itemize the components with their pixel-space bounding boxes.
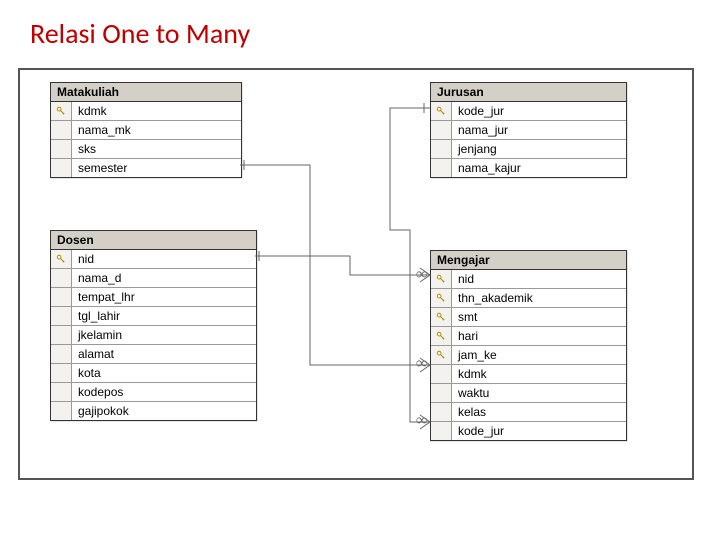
field-row: nama_jur [431, 121, 626, 140]
field-name: kodepos [72, 385, 256, 399]
field-row: nid [431, 270, 626, 289]
field-row: kode_jur [431, 422, 626, 440]
field-row: kode_jur [431, 102, 626, 121]
field-row: nama_kajur [431, 159, 626, 177]
field-name: thn_akademik [452, 291, 626, 305]
key-empty [431, 422, 452, 440]
key-empty [431, 121, 452, 139]
field-row: alamat [51, 345, 256, 364]
many-symbol: ∞ [416, 355, 427, 373]
key-empty [431, 159, 452, 177]
primary-key-icon [431, 102, 452, 120]
field-name: nama_jur [452, 123, 626, 137]
field-name: nama_d [72, 271, 256, 285]
field-row: semester [51, 159, 241, 177]
many-symbol: ∞ [416, 266, 427, 284]
key-empty [51, 288, 72, 306]
field-row: nama_d [51, 269, 256, 288]
field-row: sks [51, 140, 241, 159]
field-name: alamat [72, 347, 256, 361]
field-row: gajipokok [51, 402, 256, 420]
key-empty [51, 307, 72, 325]
field-row: nid [51, 250, 256, 269]
field-name: nama_kajur [452, 161, 626, 175]
field-row: kdmk [51, 102, 241, 121]
field-row: jam_ke [431, 346, 626, 365]
field-name: tempat_lhr [72, 290, 256, 304]
field-name: jkelamin [72, 328, 256, 342]
field-row: kdmk [431, 365, 626, 384]
table-title-jurusan: Jurusan [431, 83, 626, 102]
key-empty [51, 345, 72, 363]
field-name: kota [72, 366, 256, 380]
primary-key-icon [431, 270, 452, 288]
table-title-matakuliah: Matakuliah [51, 83, 241, 102]
field-row: tempat_lhr [51, 288, 256, 307]
field-name: hari [452, 329, 626, 343]
field-row: kelas [431, 403, 626, 422]
field-row: jkelamin [51, 326, 256, 345]
field-name: gajipokok [72, 404, 256, 418]
field-row: thn_akademik [431, 289, 626, 308]
primary-key-icon [431, 289, 452, 307]
primary-key-icon [431, 327, 452, 345]
key-empty [51, 121, 72, 139]
key-empty [51, 140, 72, 158]
key-empty [51, 269, 72, 287]
primary-key-icon [51, 250, 72, 268]
field-name: tgl_lahir [72, 309, 256, 323]
primary-key-icon [431, 346, 452, 364]
field-name: kdmk [72, 104, 241, 118]
table-mengajar: Mengajar nid thn_akademiksmt hari jam_kekdm… [430, 250, 627, 441]
er-diagram-workspace: Matakuliah kdmk nama_mksks semester Jurusa… [18, 68, 694, 480]
table-matakuliah: Matakuliah kdmk nama_mksks semester [50, 82, 242, 178]
slide-title: Relasi One to Many [0, 0, 728, 61]
field-row: kota [51, 364, 256, 383]
field-row: jenjang [431, 140, 626, 159]
table-title-dosen: Dosen [51, 231, 256, 250]
field-name: kdmk [452, 367, 626, 381]
field-row: smt [431, 308, 626, 327]
table-dosen: Dosen nid nama_d tempat_lhr tgl_lahirjkelam… [50, 230, 257, 421]
key-empty [431, 365, 452, 383]
key-empty [51, 364, 72, 382]
key-empty [431, 403, 452, 421]
field-row: hari [431, 327, 626, 346]
field-name: waktu [452, 386, 626, 400]
key-empty [51, 383, 72, 401]
field-name: jenjang [452, 142, 626, 156]
key-empty [431, 140, 452, 158]
primary-key-icon [51, 102, 72, 120]
field-name: semester [72, 161, 241, 175]
field-name: nid [72, 252, 256, 266]
field-name: jam_ke [452, 348, 626, 362]
key-empty [51, 159, 72, 177]
field-row: waktu [431, 384, 626, 403]
field-name: nid [452, 272, 626, 286]
field-name: smt [452, 310, 626, 324]
key-empty [51, 326, 72, 344]
field-row: nama_mk [51, 121, 241, 140]
field-name: sks [72, 142, 241, 156]
table-title-mengajar: Mengajar [431, 251, 626, 270]
field-name: kode_jur [452, 104, 626, 118]
field-row: kodepos [51, 383, 256, 402]
field-name: kode_jur [452, 424, 626, 438]
table-jurusan: Jurusan kode_jur nama_jurjenjang nama_kaju… [430, 82, 627, 178]
many-symbol: ∞ [416, 412, 427, 430]
primary-key-icon [431, 308, 452, 326]
field-name: nama_mk [72, 123, 241, 137]
key-empty [431, 384, 452, 402]
field-name: kelas [452, 405, 626, 419]
key-empty [51, 402, 72, 420]
field-row: tgl_lahir [51, 307, 256, 326]
